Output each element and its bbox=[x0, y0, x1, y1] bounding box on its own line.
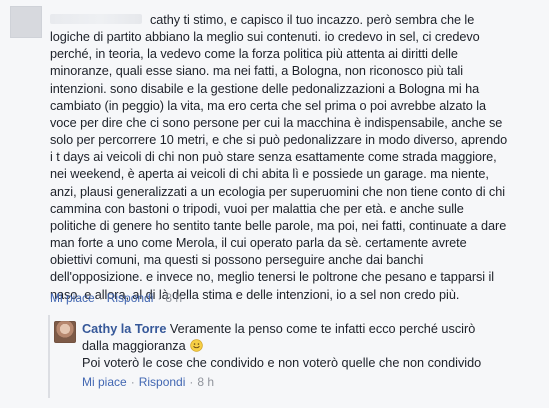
reply-author-name[interactable]: Cathy la Torre bbox=[82, 322, 166, 336]
separator-dot: · bbox=[189, 375, 194, 389]
comment-line: cathy ti stimo, e capisco il tuo incazzo… bbox=[150, 13, 475, 27]
separator-dot: · bbox=[130, 375, 135, 389]
comment-line: anzi, plausi generalizzati a un ecologia… bbox=[50, 184, 506, 199]
comment-thread: cathy ti stimo, e capisco il tuo incazzo… bbox=[0, 0, 549, 408]
comment-line: intenzioni. sono disabile e la gestione … bbox=[50, 81, 480, 96]
smiley-face-icon bbox=[189, 339, 203, 352]
comment-line: voce per dire che ci sono persone per cu… bbox=[50, 115, 503, 130]
comment-line: solo per percorrere 10 metri, e che si p… bbox=[50, 133, 508, 148]
comment-text: cathy ti stimo, e capisco il tuo incazzo… bbox=[50, 12, 540, 304]
comment-line: nei weekend, è aperta ai veicoli di chi … bbox=[50, 167, 489, 182]
comment-line: dell'opposizione. e invece no, meglio te… bbox=[50, 270, 495, 285]
reply-reply-link[interactable]: Rispondi bbox=[139, 375, 186, 389]
reply-like-link[interactable]: Mi piace bbox=[82, 375, 127, 389]
comment-line: cammina con bastoni o tripodi, vuoi per … bbox=[50, 201, 464, 216]
reply-line: Poi voterò le cose che condivido e non v… bbox=[82, 356, 482, 370]
reply-link[interactable]: Rispondi bbox=[107, 291, 154, 305]
separator-dot: · bbox=[98, 291, 103, 305]
timestamp[interactable]: 8 h bbox=[165, 291, 182, 305]
comment-line: man forte a uno come Merola, il cui oper… bbox=[50, 236, 467, 251]
reply-thread-line bbox=[48, 315, 50, 398]
reply-timestamp[interactable]: 8 h bbox=[197, 375, 214, 389]
comment-actions: Mi piace · Rispondi · 8 h bbox=[50, 291, 182, 305]
comment-line: obiettivi comuni, ma questi si possono p… bbox=[50, 253, 424, 268]
comment-line: cambiato (in peggio) la vita, ma ero cer… bbox=[50, 98, 487, 113]
comment-line: politiche di genere ho sentito tante bel… bbox=[50, 218, 507, 233]
reply-line: dalla maggioranza bbox=[82, 339, 186, 353]
comment-line: minoranze, quali esse siano. ma nei fatt… bbox=[50, 64, 464, 79]
comment-line: perché, in teoria, la vedevo come la for… bbox=[50, 47, 458, 62]
separator-dot: · bbox=[157, 291, 162, 305]
reply-text: Cathy la Torre Veramente la penso come t… bbox=[82, 321, 532, 372]
like-link[interactable]: Mi piace bbox=[50, 291, 95, 305]
reply-actions: Mi piace · Rispondi · 8 h bbox=[82, 375, 214, 389]
reply-avatar[interactable] bbox=[54, 321, 76, 343]
reply-line: Veramente la penso come te infatti ecco … bbox=[169, 322, 476, 336]
comment-line: logiche di partito abbiano la meglio sui… bbox=[50, 30, 480, 45]
avatar[interactable] bbox=[10, 6, 42, 38]
comment-line: i t days ai veicoli di chi non può stare… bbox=[50, 150, 497, 165]
